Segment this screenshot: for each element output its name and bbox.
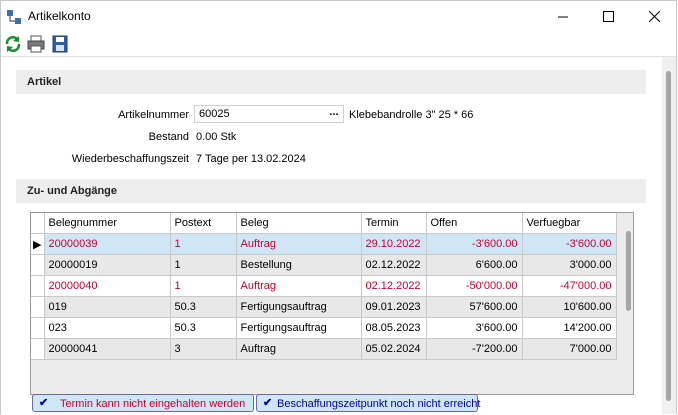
table-cell[interactable]: 3'000.00	[522, 254, 617, 276]
check-icon: ✔	[39, 397, 49, 409]
table-cell[interactable]: 20000040	[44, 275, 171, 297]
wbz-label: Wiederbeschaffungszeit	[71, 153, 189, 165]
table-cell[interactable]: 1	[170, 275, 237, 297]
maximize-button[interactable]	[585, 1, 631, 32]
table-cell[interactable]: 019	[44, 296, 171, 318]
table-cell[interactable]: 1	[170, 254, 237, 276]
legend-procurement: ✔ Beschaffungszeitpunkt noch nicht errei…	[256, 394, 481, 412]
table-cell[interactable]: 10'600.00	[522, 296, 617, 318]
table-cell[interactable]: 6'600.00	[426, 254, 523, 276]
legend-procurement-label: Beschaffungszeitpunkt noch nicht erreich…	[277, 398, 481, 410]
check-icon: ✔	[263, 397, 273, 409]
bestand-label: Bestand	[148, 131, 189, 143]
zuab-section-header: Zu- und Abgänge	[16, 179, 646, 203]
col-offen[interactable]: Offen	[426, 213, 523, 234]
table-cell[interactable]: 29.10.2022	[361, 233, 427, 255]
wbz-value: 7 Tage per 13.02.2024	[196, 153, 306, 165]
col-verfuegbar[interactable]: Verfuegbar	[522, 213, 617, 234]
table-cell[interactable]: -3'600.00	[522, 233, 617, 255]
artikelnummer-field[interactable]: 60025 ...	[194, 105, 344, 123]
table-cell[interactable]: 09.01.2023	[361, 296, 427, 318]
save-icon[interactable]	[51, 35, 69, 53]
table-cell[interactable]: 023	[44, 317, 171, 339]
minimize-button[interactable]	[540, 1, 586, 32]
row-indicator	[31, 254, 45, 276]
row-indicator	[31, 338, 45, 360]
table-cell[interactable]: -47'000.00	[522, 275, 617, 297]
artikelnummer-label: Artikelnummer	[118, 109, 189, 121]
table-cell[interactable]: -7'200.00	[426, 338, 523, 360]
table-cell[interactable]: Auftrag	[236, 338, 362, 360]
table-cell[interactable]: 7'000.00	[522, 338, 617, 360]
artikel-bezeichnung: Klebebandrolle 3" 25 * 66	[349, 109, 474, 121]
table-cell[interactable]: Auftrag	[236, 275, 362, 297]
content-area: Artikel Artikelnummer 60025 ... Klebeban…	[1, 57, 663, 414]
table-cell[interactable]: Fertigungsauftrag	[236, 296, 362, 318]
table-row[interactable]: 20000040 1 Auftrag 02.12.2022 -50'000.00 -47'…	[31, 275, 617, 297]
table-cell[interactable]: 20000041	[44, 338, 171, 360]
artikelnummer-value: 60025	[199, 108, 230, 120]
table-cell[interactable]: 57'600.00	[426, 296, 523, 318]
close-button[interactable]	[631, 1, 677, 32]
col-termin[interactable]: Termin	[361, 213, 427, 234]
table-cell[interactable]: 20000019	[44, 254, 171, 276]
row-pointer-icon: ▶	[31, 233, 45, 255]
print-icon[interactable]	[27, 35, 45, 53]
bestand-value: 0.00 Stk	[196, 131, 237, 143]
row-indicator	[31, 317, 45, 339]
refresh-icon[interactable]	[4, 35, 22, 53]
toolbar	[1, 32, 676, 57]
table-cell[interactable]: 02.12.2022	[361, 275, 427, 297]
table-cell[interactable]: Fertigungsauftrag	[236, 317, 362, 339]
table-cell[interactable]: Auftrag	[236, 233, 362, 255]
table-row[interactable]: 20000041 3 Auftrag 05.02.2024 -7'200.00 7'000…	[31, 338, 617, 360]
zuab-grid[interactable]: Belegnummer Postext Beleg Termin Offen V…	[30, 212, 634, 395]
vertical-scrollbar[interactable]	[662, 57, 676, 414]
maximize-icon	[602, 11, 614, 22]
title-bar: Artikelkonto	[1, 1, 676, 32]
scrollbar-thumb[interactable]	[666, 71, 671, 401]
artikel-section-header: Artikel	[16, 70, 646, 94]
header-row: Belegnummer Postext Beleg Termin Offen V…	[31, 213, 617, 234]
artikelkonto-window: Artikelkonto Artikel Artikelnummer 60025…	[0, 0, 677, 414]
grid-scrollbar[interactable]	[626, 231, 631, 311]
table-cell[interactable]: Bestellung	[236, 254, 362, 276]
table-cell[interactable]: 14'200.00	[522, 317, 617, 339]
table-row[interactable]: 023 50.3 Fertigungsauftrag 08.05.2023 3'600.…	[31, 317, 617, 339]
minimize-icon	[557, 16, 568, 18]
close-icon	[648, 11, 660, 22]
table-cell[interactable]: 08.05.2023	[361, 317, 427, 339]
table-cell[interactable]: 3'600.00	[426, 317, 523, 339]
row-indicator	[31, 296, 45, 318]
col-belegnummer[interactable]: Belegnummer	[44, 213, 171, 234]
table-cell[interactable]: -3'600.00	[426, 233, 523, 255]
table-row[interactable]: ▶ 20000039 1 Auftrag 29.10.2022 -3'600.00 -3'6…	[31, 233, 617, 255]
col-postext[interactable]: Postext	[170, 213, 237, 234]
table-cell[interactable]: -50'000.00	[426, 275, 523, 297]
table-cell[interactable]: 1	[170, 233, 237, 255]
legend-late: ✔ Termin kann nicht eingehalten werden	[32, 394, 254, 412]
legend-late-label: Termin kann nicht eingehalten werden	[60, 398, 246, 410]
table-cell[interactable]: 3	[170, 338, 237, 360]
indicator-header	[31, 213, 45, 234]
window-title: Artikelkonto	[28, 9, 91, 23]
table-cell[interactable]: 05.02.2024	[361, 338, 427, 360]
app-icon	[7, 10, 21, 24]
zuab-table: Belegnummer Postext Beleg Termin Offen V…	[31, 213, 617, 360]
row-indicator	[31, 275, 45, 297]
table-cell[interactable]: 20000039	[44, 233, 171, 255]
table-cell[interactable]: 02.12.2022	[361, 254, 427, 276]
table-cell[interactable]: 50.3	[170, 317, 237, 339]
table-cell[interactable]: 50.3	[170, 296, 237, 318]
table-row[interactable]: 20000019 1 Bestellung 02.12.2022 6'600.00 3'0…	[31, 254, 617, 276]
browse-button[interactable]: ...	[325, 106, 343, 122]
table-row[interactable]: 019 50.3 Fertigungsauftrag 09.01.2023 57'600…	[31, 296, 617, 318]
col-beleg[interactable]: Beleg	[236, 213, 362, 234]
